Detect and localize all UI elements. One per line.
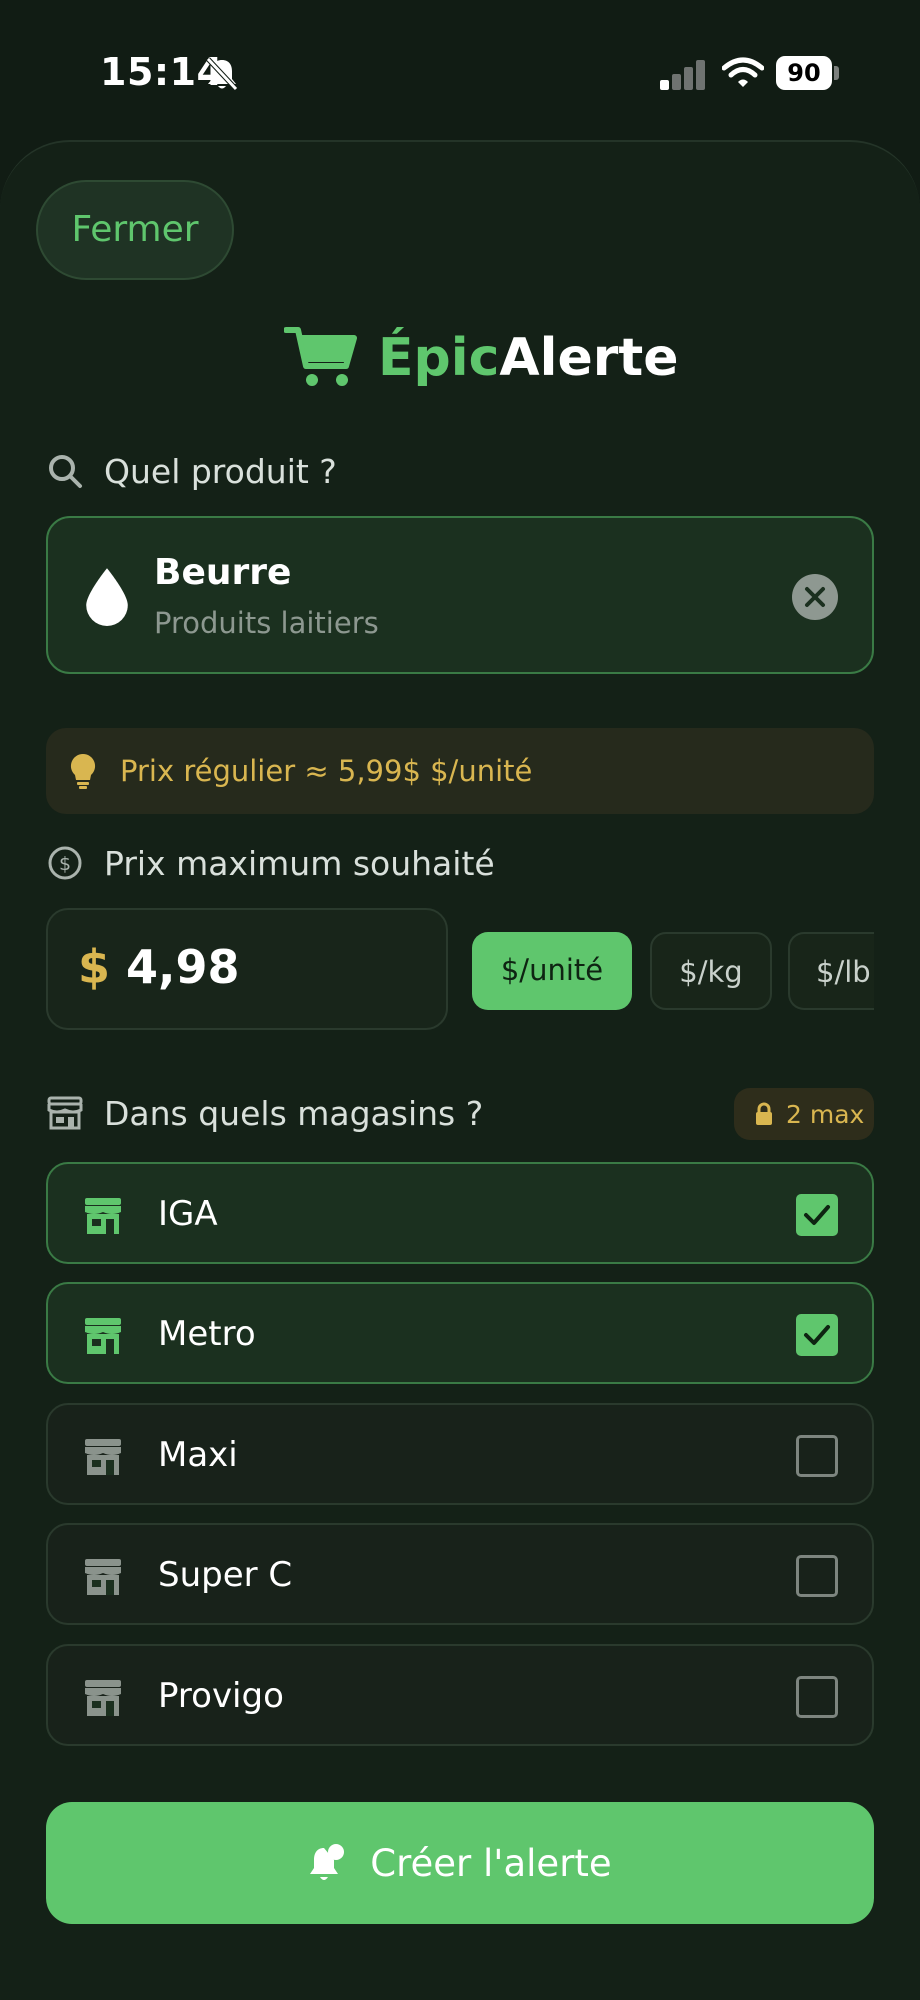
brand-name-part2: Alerte <box>499 328 679 388</box>
regular-price-hint: Prix régulier ≈ 5,99$ $/unité <box>46 728 874 814</box>
store-icon <box>85 1439 121 1475</box>
price-section-text: Prix maximum souhaité <box>104 843 495 883</box>
store-checkbox[interactable] <box>796 1555 838 1597</box>
checkmark-icon <box>804 1205 830 1225</box>
store-icon <box>85 1318 121 1354</box>
checkmark-icon <box>804 1325 830 1345</box>
create-alert-label: Créer l'alerte <box>370 1841 612 1885</box>
clear-product-button[interactable] <box>792 574 838 620</box>
close-button[interactable]: Fermer <box>36 180 234 280</box>
product-section-label: Quel produit ? <box>46 446 337 496</box>
signal-icon <box>660 58 706 90</box>
bell-plus-icon <box>310 1844 345 1880</box>
store-limit-badge: 2 max <box>734 1088 874 1140</box>
price-section-label: $ Prix maximum souhaité <box>46 838 495 888</box>
hint-text: Prix régulier ≈ 5,99$ $/unité <box>120 754 533 788</box>
brand-name-part1: Épic <box>378 328 500 388</box>
search-icon <box>49 455 82 488</box>
store-icon <box>85 1198 121 1234</box>
store-row[interactable]: Super C <box>46 1523 874 1625</box>
store-checkbox[interactable] <box>796 1314 838 1356</box>
product-category: Produits laitiers <box>154 606 379 640</box>
brand-logo: Épic Alerte <box>284 318 679 398</box>
selected-product-card[interactable]: Beurre Produits laitiers <box>46 516 874 674</box>
wifi-icon <box>722 57 764 87</box>
unit-option-kg[interactable]: $/kg <box>650 932 772 1010</box>
store-name: Super C <box>158 1555 293 1595</box>
status-bar: 15:14 90 <box>0 0 920 140</box>
max-price-value: 4,98 <box>126 940 240 994</box>
store-row[interactable]: IGA <box>46 1162 874 1264</box>
battery-indicator: 90 <box>776 56 832 90</box>
dollar-circle-icon: $ <box>48 846 82 880</box>
store-name: Provigo <box>158 1676 284 1716</box>
store-name: IGA <box>158 1194 218 1234</box>
store-icon <box>85 1559 121 1595</box>
lock-icon <box>756 1102 772 1125</box>
store-checkbox[interactable] <box>796 1435 838 1477</box>
store-row[interactable]: Metro <box>46 1282 874 1384</box>
unit-option-lb[interactable]: $/lb <box>788 932 874 1010</box>
store-row[interactable]: Maxi <box>46 1403 874 1505</box>
store-limit-text: 2 max <box>786 1099 865 1129</box>
droplet-icon <box>86 568 128 626</box>
unit-option-unit[interactable]: $/unité <box>472 932 632 1010</box>
max-price-input[interactable]: $ 4,98 <box>46 908 448 1030</box>
store-name: Maxi <box>158 1435 238 1475</box>
store-name: Metro <box>158 1314 256 1354</box>
store-icon <box>47 1096 83 1130</box>
stores-section-text: Dans quels magasins ? <box>104 1093 484 1133</box>
bell-off-icon <box>206 57 238 91</box>
product-name: Beurre <box>154 552 292 593</box>
battery-tip <box>834 66 839 80</box>
stores-section-label: Dans quels magasins ? <box>46 1088 483 1138</box>
store-checkbox[interactable] <box>796 1676 838 1718</box>
close-icon <box>805 587 825 607</box>
cart-icon <box>284 327 357 386</box>
store-row[interactable]: Provigo <box>46 1644 874 1746</box>
svg-text:$: $ <box>59 853 71 875</box>
store-icon <box>85 1680 121 1716</box>
store-checkbox[interactable] <box>796 1194 838 1236</box>
create-alert-button[interactable]: Créer l'alerte <box>46 1802 874 1924</box>
product-section-text: Quel produit ? <box>104 451 337 491</box>
lightbulb-icon <box>70 753 96 789</box>
currency-symbol: $ <box>78 940 111 994</box>
